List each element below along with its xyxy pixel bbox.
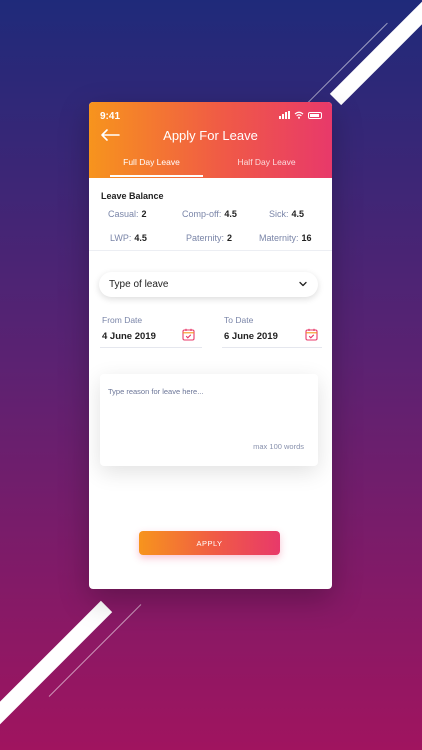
balance-casual: Casual: 2 (108, 209, 147, 219)
calendar-icon[interactable] (182, 328, 195, 341)
balance-value: 2 (141, 209, 147, 219)
balance-sick: Sick: 4.5 (269, 209, 304, 219)
balance-label: Casual: (108, 209, 139, 219)
tab-half-day-leave[interactable]: Half Day Leave (209, 157, 324, 167)
leave-balance-title: Leave Balance (101, 191, 164, 201)
from-date-label: From Date (102, 315, 143, 325)
balance-value: 4.5 (291, 209, 305, 219)
balance-value: 2 (227, 233, 233, 243)
decor-stripe-bottom (0, 600, 113, 726)
reason-textarea[interactable]: Type reason for leave here... max 100 wo… (100, 374, 318, 466)
to-date-label: To Date (224, 315, 254, 325)
active-tab-indicator (110, 175, 203, 177)
signal-icon (279, 111, 290, 119)
calendar-icon[interactable] (305, 328, 318, 341)
from-date-value[interactable]: 4 June 2019 (102, 331, 156, 342)
phone-screen: 9:41 Apply For Leave Full Day Leave Half… (89, 102, 332, 589)
reason-placeholder: Type reason for leave here... (108, 387, 204, 396)
balance-comp-off: Comp-off: 4.5 (182, 209, 237, 219)
apply-button[interactable]: APPLY (139, 531, 280, 555)
status-time: 9:41 (100, 111, 121, 122)
balance-value: 4.5 (224, 209, 237, 219)
chevron-down-icon (299, 281, 307, 287)
battery-icon (308, 111, 322, 119)
app-header: 9:41 Apply For Leave Full Day Leave Half… (89, 102, 332, 178)
wifi-icon (294, 111, 304, 119)
balance-value: 4.5 (134, 233, 147, 243)
balance-label: Comp-off: (182, 209, 222, 219)
balance-maternity: Maternity: 16 (259, 233, 312, 243)
balance-paternity: Paternity: 2 (186, 233, 232, 243)
to-date-value[interactable]: 6 June 2019 (224, 331, 278, 342)
balance-label: LWP: (110, 233, 132, 243)
to-date-underline (222, 347, 322, 348)
page-title: Apply For Leave (163, 128, 258, 143)
balance-label: Sick: (269, 209, 289, 219)
leave-type-select[interactable]: Type of leave (99, 272, 318, 297)
status-icons (279, 111, 322, 119)
balance-label: Paternity: (186, 233, 225, 243)
reason-word-limit: max 100 words (253, 442, 304, 451)
balance-lwp: LWP: 4.5 (110, 233, 147, 243)
balance-label: Maternity: (259, 233, 299, 243)
section-divider (89, 250, 332, 251)
tab-full-day-leave[interactable]: Full Day Leave (94, 157, 209, 167)
leave-type-placeholder: Type of leave (109, 279, 169, 290)
decor-stripe-top (329, 0, 422, 106)
from-date-underline (100, 347, 202, 348)
balance-value: 16 (301, 233, 312, 243)
